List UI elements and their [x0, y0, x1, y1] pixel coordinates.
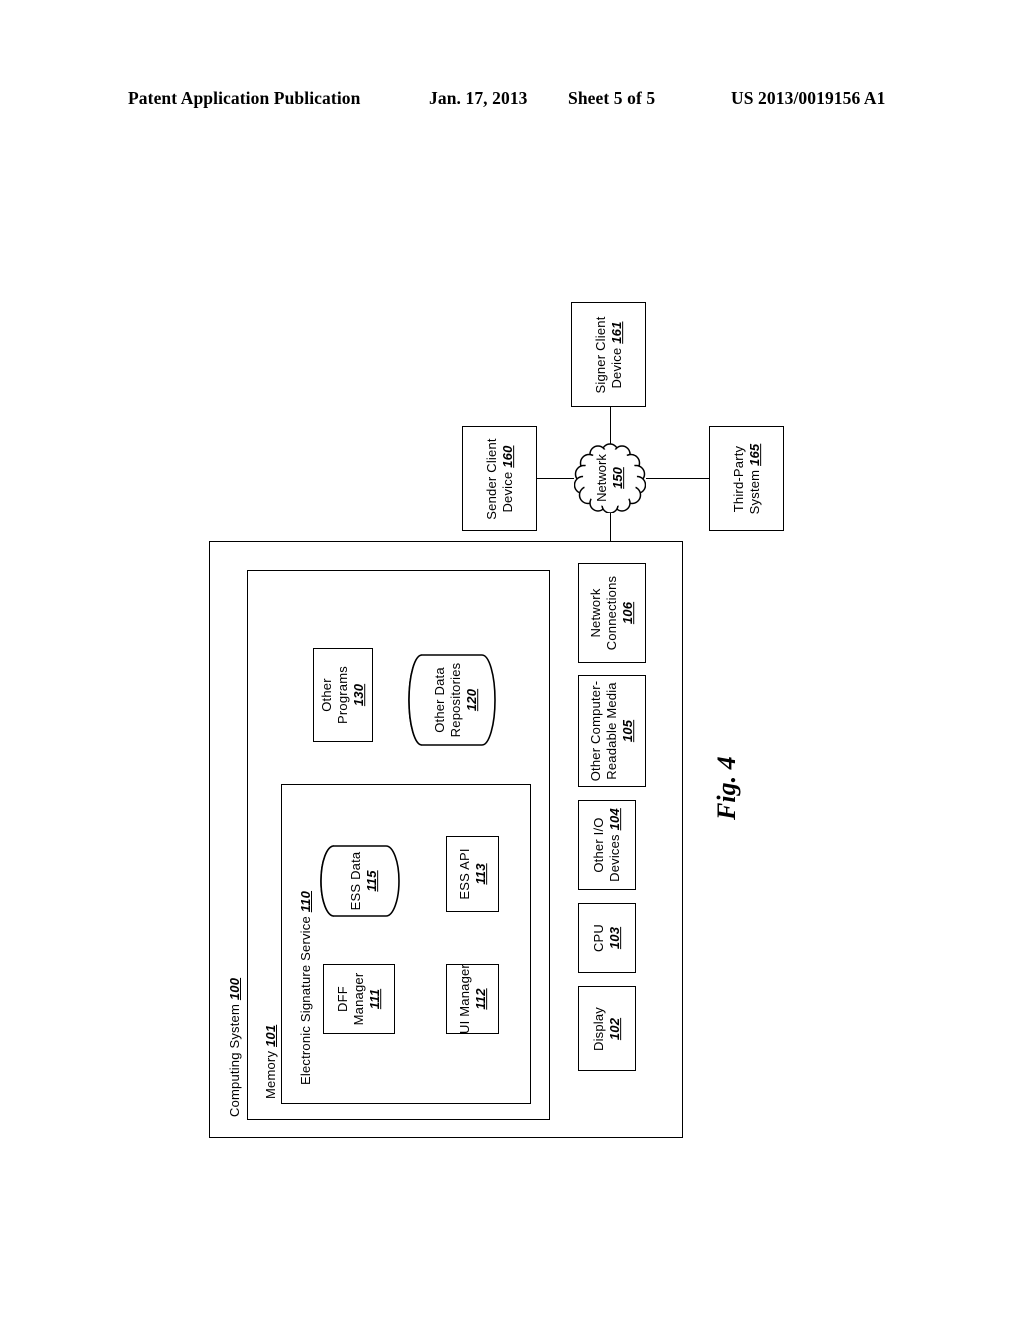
- connector-sender-to-network: [536, 478, 574, 479]
- computing-system-label: Computing System 100: [227, 977, 242, 1117]
- third-party-system-label: Third-Party System 165: [730, 443, 762, 514]
- ess-data-cylinder[interactable]: ESS Data 115: [320, 845, 400, 917]
- other-computer-readable-media-box[interactable]: Other Computer- Readable Media 105: [578, 675, 646, 787]
- other-data-repositories-label: Other Data Repositories 120: [432, 662, 480, 738]
- other-io-devices-label: Other I/O Devices 104: [591, 808, 622, 882]
- connector-network-to-third-party: [646, 478, 710, 479]
- sender-client-device-box[interactable]: Sender Client Device 160: [462, 426, 537, 531]
- network-connections-label: Network Connections 106: [588, 575, 635, 651]
- network-cloud[interactable]: Network 150: [574, 443, 646, 513]
- ess-data-label: ESS Data 115: [348, 851, 379, 911]
- cpu-label: CPU 103: [591, 923, 622, 953]
- ess-api-box[interactable]: ESS API 113: [446, 836, 499, 912]
- connector-signer-to-network: [610, 407, 611, 444]
- sender-client-device-label: Sender Client Device 160: [483, 437, 515, 520]
- header-sheet-number: Sheet 5 of 5: [568, 88, 656, 108]
- electronic-signature-service-label: Electronic Signature Service 110: [298, 890, 313, 1085]
- other-data-repositories-cylinder[interactable]: Other Data Repositories 120: [408, 654, 496, 746]
- network-cloud-label: Network 150: [594, 454, 625, 502]
- other-programs-box[interactable]: Other Programs 130: [313, 648, 373, 742]
- ui-manager-label: UI Manager 112: [456, 964, 488, 1034]
- dff-manager-label: DFF Manager 111: [335, 972, 382, 1026]
- display-box[interactable]: Display 102: [578, 986, 636, 1071]
- memory-label: Memory 101: [263, 1024, 278, 1099]
- figure-caption: Fig. 4: [712, 756, 741, 820]
- other-io-devices-box[interactable]: Other I/O Devices 104: [578, 800, 636, 890]
- ui-manager-box[interactable]: UI Manager 112: [446, 964, 499, 1034]
- header-publication-title: Patent Application Publication: [128, 88, 361, 108]
- other-computer-readable-media-label: Other Computer- Readable Media 105: [588, 680, 635, 782]
- page-header: Patent Application Publication Jan. 17, …: [128, 88, 898, 112]
- electronic-signature-service-box: Electronic Signature Service 110: [281, 784, 531, 1104]
- cpu-box[interactable]: CPU 103: [578, 903, 636, 973]
- header-publication-number: US 2013/0019156 A1: [731, 88, 886, 108]
- header-date: Jan. 17, 2013: [429, 88, 528, 108]
- third-party-system-box[interactable]: Third-Party System 165: [709, 426, 784, 531]
- display-label: Display 102: [591, 1006, 622, 1051]
- dff-manager-box[interactable]: DFF Manager 111: [323, 964, 395, 1034]
- other-programs-label: Other Programs 130: [319, 666, 366, 724]
- ess-api-label: ESS API 113: [456, 848, 488, 900]
- network-connections-box[interactable]: Network Connections 106: [578, 563, 646, 663]
- signer-client-device-label: Signer Client Device 161: [592, 315, 624, 394]
- signer-client-device-box[interactable]: Signer Client Device 161: [571, 302, 646, 407]
